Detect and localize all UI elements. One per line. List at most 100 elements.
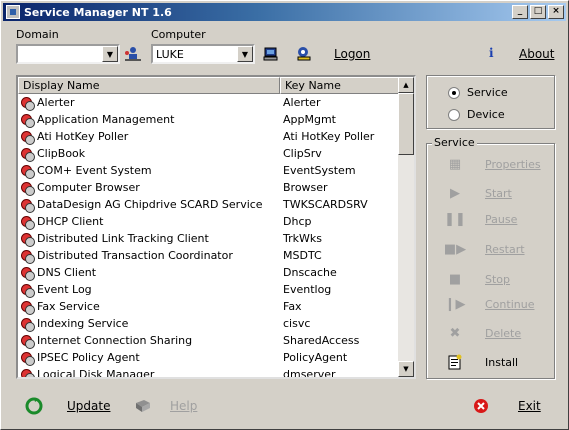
scroll-thumb[interactable]: [398, 93, 414, 155]
service-gear-icon: [20, 130, 35, 145]
service-gear-icon: [20, 249, 35, 264]
table-row[interactable]: DHCP Client Dhcp: [18, 213, 414, 230]
chevron-down-icon[interactable]: ▼: [102, 46, 118, 62]
table-row[interactable]: Alerter Alerter: [18, 94, 414, 111]
info-icon[interactable]: i: [489, 46, 494, 60]
install-label: Install: [485, 355, 519, 369]
service-gear-icon: [20, 317, 35, 332]
list-rows: Alerter Alerter Application Management AppM…: [18, 94, 414, 379]
display-name-cell: Indexing Service: [37, 317, 129, 330]
pause-label: Pause: [485, 212, 518, 226]
display-name-cell: DataDesign AG Chipdrive SCARD Service: [37, 198, 263, 211]
key-name-cell: MSDTC: [283, 249, 322, 262]
key-name-cell: dmserver: [283, 368, 336, 379]
display-name-cell: COM+ Event System: [37, 164, 152, 177]
table-row[interactable]: DataDesign AG Chipdrive SCARD Service TWK…: [18, 196, 414, 213]
service-gear-icon: [20, 334, 35, 349]
table-row[interactable]: Fax Service Fax: [18, 298, 414, 315]
help-link[interactable]: Help: [170, 399, 197, 413]
stop-icon: ■: [448, 271, 462, 287]
exit-link[interactable]: Exit: [518, 399, 541, 413]
service-radio-dot[interactable]: [448, 86, 460, 99]
service-gear-icon: [20, 164, 35, 179]
about-link[interactable]: About: [519, 47, 554, 61]
key-name-cell: EventSystem: [283, 164, 356, 177]
table-row[interactable]: Application Management AppMgmt: [18, 111, 414, 128]
device-radio-dot[interactable]: [448, 108, 460, 121]
update-link[interactable]: Update: [67, 399, 110, 413]
display-name-cell: IPSEC Policy Agent: [37, 351, 140, 364]
scroll-up-button[interactable]: ▲: [398, 77, 414, 93]
table-row[interactable]: Computer Browser Browser: [18, 179, 414, 196]
properties-button[interactable]: ▦ Properties: [434, 152, 549, 176]
pause-button[interactable]: ❚❚ Pause: [434, 207, 549, 231]
play-icon: ▶: [450, 185, 460, 201]
service-gear-icon: [20, 96, 35, 111]
display-name-cell: ClipBook: [37, 147, 86, 160]
logon-key-icon[interactable]: [294, 44, 314, 64]
table-row[interactable]: COM+ Event System EventSystem: [18, 162, 414, 179]
display-name-cell: DNS Client: [37, 266, 97, 279]
restart-icon: ■▶: [443, 241, 467, 257]
display-name-cell: Event Log: [37, 283, 92, 296]
column-header-key-name[interactable]: Key Name: [280, 77, 402, 94]
display-name-cell: DHCP Client: [37, 215, 104, 228]
table-row[interactable]: Internet Connection Sharing SharedAccess: [18, 332, 414, 349]
continue-button[interactable]: ❙▶ Continue: [434, 292, 549, 316]
device-radio[interactable]: Device: [448, 108, 505, 121]
key-name-cell: Dnscache: [283, 266, 337, 279]
stop-button[interactable]: ■ Stop: [434, 267, 549, 291]
restart-button[interactable]: ■▶ Restart: [434, 237, 549, 261]
network-users-icon[interactable]: [124, 45, 142, 63]
restart-label: Restart: [485, 242, 525, 256]
install-button[interactable]: Install: [434, 350, 549, 374]
table-row[interactable]: Logical Disk Manager dmserver: [18, 366, 414, 379]
service-radio[interactable]: Service: [448, 86, 508, 99]
title-bar[interactable]: Service Manager NT 1.6 _ □ ×: [3, 3, 566, 21]
domain-combo[interactable]: ▼: [16, 44, 120, 64]
computer-value: LUKE: [156, 47, 184, 61]
delete-button[interactable]: ✖ Delete: [434, 321, 549, 345]
scroll-down-button[interactable]: ▼: [398, 361, 414, 377]
service-gear-icon: [20, 351, 35, 366]
stop-label: Stop: [485, 272, 511, 286]
service-radio-label: Service: [467, 86, 508, 99]
delete-label: Delete: [485, 326, 522, 340]
key-name-cell: Eventlog: [283, 283, 332, 296]
table-row[interactable]: Ati HotKey Poller Ati HotKey Poller: [18, 128, 414, 145]
pause-icon: ❚❚: [444, 211, 466, 227]
service-gear-icon: [20, 368, 35, 377]
continue-icon: ❙▶: [444, 296, 466, 312]
table-row[interactable]: Event Log Eventlog: [18, 281, 414, 298]
help-book-icon[interactable]: [133, 397, 153, 415]
key-name-cell: Browser: [283, 181, 328, 194]
logon-link[interactable]: Logon: [334, 47, 370, 61]
computer-combo[interactable]: LUKE ▼: [151, 44, 255, 64]
service-gear-icon: [20, 283, 35, 298]
column-header-display-name[interactable]: Display Name: [18, 77, 280, 94]
table-row[interactable]: Distributed Link Tracking Client TrkWks: [18, 230, 414, 247]
service-gear-icon: [20, 181, 35, 196]
vertical-scrollbar[interactable]: ▲ ▼: [398, 77, 414, 377]
maximize-button[interactable]: □: [530, 5, 546, 19]
table-row[interactable]: Distributed Transaction Coordinator MSDTC: [18, 247, 414, 264]
service-gear-icon: [20, 232, 35, 247]
start-button[interactable]: ▶ Start: [434, 181, 549, 205]
table-row[interactable]: IPSEC Policy Agent PolicyAgent: [18, 349, 414, 366]
chevron-down-icon[interactable]: ▼: [237, 46, 253, 62]
table-row[interactable]: Indexing Service cisvc: [18, 315, 414, 332]
table-row[interactable]: DNS Client Dnscache: [18, 264, 414, 281]
display-name-cell: Fax Service: [37, 300, 100, 313]
key-name-cell: cisvc: [283, 317, 311, 330]
service-gear-icon: [20, 113, 35, 128]
exit-icon[interactable]: [472, 397, 490, 415]
table-row[interactable]: ClipBook ClipSrv: [18, 145, 414, 162]
key-name-cell: ClipSrv: [283, 147, 322, 160]
refresh-icon[interactable]: [24, 396, 44, 416]
device-radio-label: Device: [467, 108, 505, 121]
services-list[interactable]: Display Name Key Name Alerter Alerter Appl…: [16, 75, 416, 379]
minimize-button[interactable]: _: [512, 5, 528, 19]
list-header: Display Name Key Name: [18, 77, 414, 94]
close-button[interactable]: ×: [548, 5, 564, 19]
computer-icon[interactable]: [262, 45, 280, 63]
